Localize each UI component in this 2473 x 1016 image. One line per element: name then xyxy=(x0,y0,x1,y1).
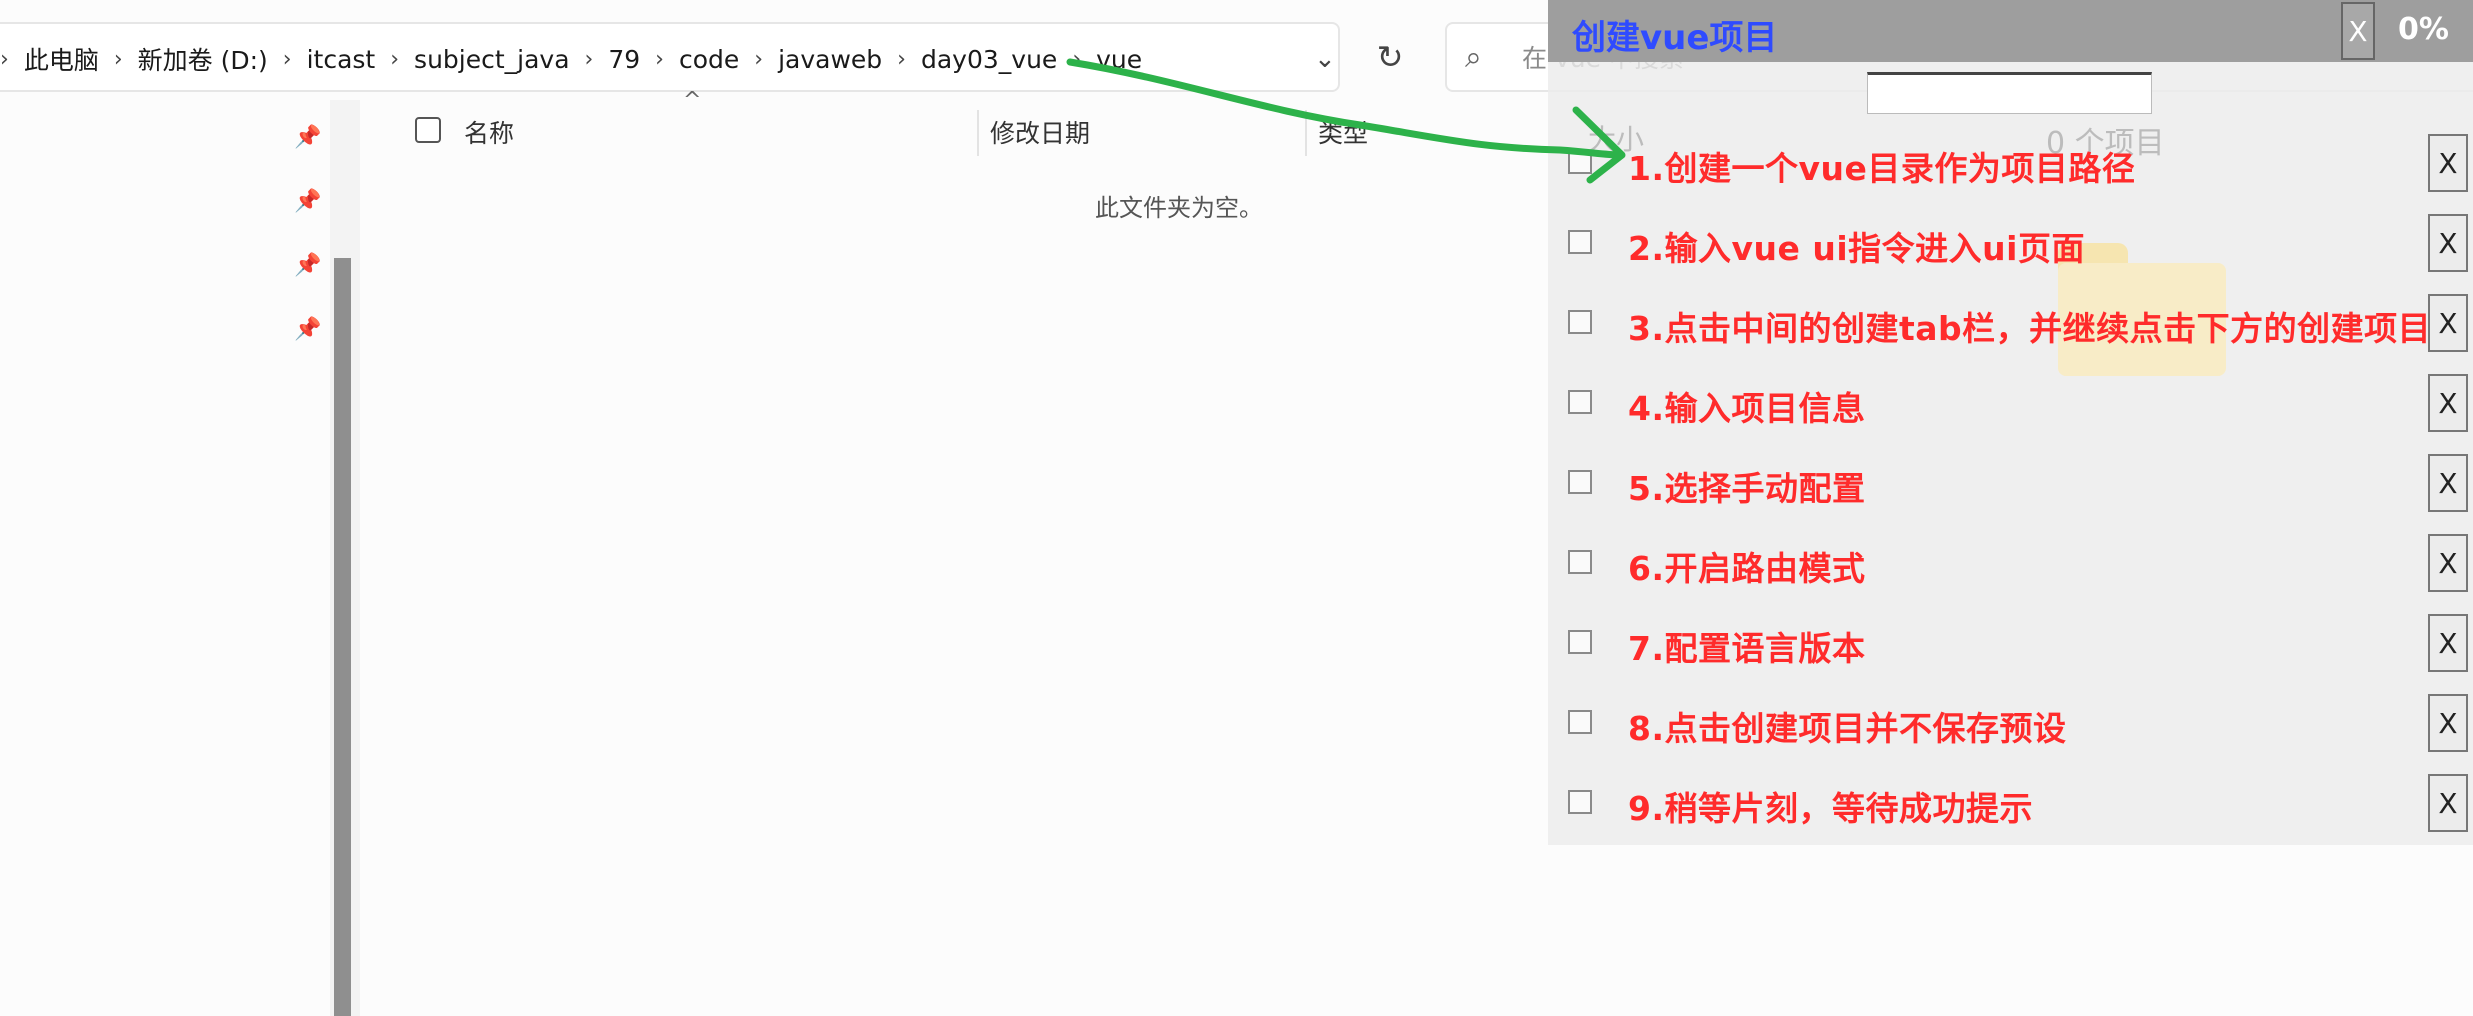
chevron-right-icon[interactable]: › xyxy=(0,47,9,72)
column-header-name[interactable]: 名称 xyxy=(464,114,514,150)
task-item: 5.选择手动配置 X xyxy=(1548,454,2473,514)
task-delete-button[interactable]: X xyxy=(2428,134,2468,192)
task-item: 1.创建一个vue目录作为项目路径 X xyxy=(1548,134,2473,194)
task-label[interactable]: 3.点击中间的创建tab栏，并继续点击下方的创建项目 xyxy=(1628,302,2431,350)
breadcrumb-item[interactable]: subject_java xyxy=(414,45,570,74)
overlay-close-button[interactable]: X xyxy=(2341,2,2375,60)
task-checkbox[interactable] xyxy=(1568,790,1592,814)
chevron-right-icon[interactable]: › xyxy=(1072,47,1081,72)
pin-icon[interactable]: 📌 xyxy=(294,125,321,150)
task-delete-button[interactable]: X xyxy=(2428,214,2468,272)
chevron-right-icon[interactable]: › xyxy=(754,47,763,72)
chevron-down-icon[interactable]: ⌄ xyxy=(1314,24,1336,94)
column-header-modified[interactable]: 修改日期 xyxy=(990,114,1090,150)
overlay-title: 创建vue项目 xyxy=(1572,18,1778,58)
breadcrumb-item[interactable]: code xyxy=(679,45,739,74)
task-item: 4.输入项目信息 X xyxy=(1548,374,2473,434)
chevron-right-icon[interactable]: › xyxy=(283,47,292,72)
chevron-right-icon[interactable]: › xyxy=(585,47,594,72)
task-delete-button[interactable]: X xyxy=(2428,614,2468,672)
task-label[interactable]: 9.稍等片刻，等待成功提示 xyxy=(1628,782,2033,830)
column-divider[interactable] xyxy=(977,110,979,156)
task-item: 2.输入vue ui指令进入ui页面 X xyxy=(1548,214,2473,274)
chevron-right-icon[interactable]: › xyxy=(114,47,123,72)
task-label[interactable]: 6.开启路由模式 xyxy=(1628,542,1866,590)
scrollbar-thumb[interactable] xyxy=(334,258,351,1016)
pin-icon[interactable]: 📌 xyxy=(294,253,321,278)
task-delete-button[interactable]: X xyxy=(2428,694,2468,752)
column-divider[interactable] xyxy=(1305,110,1307,156)
todo-overlay: 创建vue项目 X 0% 大小 0 个项目 1.创建一个vue目录作为项目路径 … xyxy=(1548,0,2473,845)
chevron-right-icon[interactable]: › xyxy=(655,47,664,72)
overlay-titlebar[interactable]: 创建vue项目 X 0% xyxy=(1548,0,2473,62)
select-all-checkbox[interactable] xyxy=(415,117,441,143)
task-checkbox[interactable] xyxy=(1568,710,1592,734)
task-checkbox[interactable] xyxy=(1568,390,1592,414)
task-delete-button[interactable]: X xyxy=(2428,294,2468,352)
task-checkbox[interactable] xyxy=(1568,230,1592,254)
breadcrumb-item[interactable]: vue xyxy=(1096,45,1142,74)
refresh-icon: ↻ xyxy=(1376,38,1404,76)
search-icon: ⌕ xyxy=(1465,40,1482,75)
pin-icon[interactable]: 📌 xyxy=(294,189,321,214)
breadcrumb: › 此电脑 › 新加卷 (D:) › itcast › subject_java… xyxy=(0,24,1142,94)
task-label[interactable]: 2.输入vue ui指令进入ui页面 xyxy=(1628,222,2085,270)
breadcrumb-item[interactable]: javaweb xyxy=(778,45,882,74)
task-checkbox[interactable] xyxy=(1568,630,1592,654)
task-checkbox[interactable] xyxy=(1568,550,1592,574)
address-bar[interactable]: › 此电脑 › 新加卷 (D:) › itcast › subject_java… xyxy=(0,22,1340,92)
navigation-pane: 📌 📌 📌 📌 xyxy=(0,100,330,1016)
chevron-right-icon[interactable]: › xyxy=(897,47,906,72)
sort-up-icon: ^ xyxy=(683,88,702,113)
empty-folder-message: 此文件夹为空。 xyxy=(1095,194,1263,222)
task-label[interactable]: 4.输入项目信息 xyxy=(1628,382,1866,430)
breadcrumb-item[interactable]: 新加卷 (D:) xyxy=(138,41,268,77)
task-delete-button[interactable]: X xyxy=(2428,454,2468,512)
refresh-button[interactable]: ↻ xyxy=(1350,22,1430,92)
breadcrumb-item[interactable]: itcast xyxy=(307,45,376,74)
task-label[interactable]: 8.点击创建项目并不保存预设 xyxy=(1628,702,2067,750)
breadcrumb-item[interactable]: day03_vue xyxy=(921,45,1057,74)
pin-icon[interactable]: 📌 xyxy=(294,317,321,342)
desktop: › 此电脑 › 新加卷 (D:) › itcast › subject_java… xyxy=(0,0,2473,1016)
task-checkbox[interactable] xyxy=(1568,470,1592,494)
task-item: 7.配置语言版本 X xyxy=(1548,614,2473,674)
task-label[interactable]: 1.创建一个vue目录作为项目路径 xyxy=(1628,142,2135,190)
column-header-type[interactable]: 类型 xyxy=(1318,114,1368,150)
chevron-right-icon[interactable]: › xyxy=(390,47,399,72)
task-label[interactable]: 5.选择手动配置 xyxy=(1628,462,1866,510)
task-delete-button[interactable]: X xyxy=(2428,774,2468,832)
task-checkbox[interactable] xyxy=(1568,310,1592,334)
task-delete-button[interactable]: X xyxy=(2428,534,2468,592)
breadcrumb-item[interactable]: 此电脑 xyxy=(24,41,99,77)
task-item: 6.开启路由模式 X xyxy=(1548,534,2473,594)
progress-percent: 0% xyxy=(2398,12,2449,47)
task-label[interactable]: 7.配置语言版本 xyxy=(1628,622,1866,670)
task-delete-button[interactable]: X xyxy=(2428,374,2468,432)
task-item: 9.稍等片刻，等待成功提示 X xyxy=(1548,774,2473,834)
task-item: 3.点击中间的创建tab栏，并继续点击下方的创建项目 X xyxy=(1548,294,2473,354)
task-item: 8.点击创建项目并不保存预设 X xyxy=(1548,694,2473,754)
breadcrumb-item[interactable]: 79 xyxy=(608,45,640,74)
task-checkbox[interactable] xyxy=(1568,150,1592,174)
new-task-input[interactable] xyxy=(1867,72,2152,114)
